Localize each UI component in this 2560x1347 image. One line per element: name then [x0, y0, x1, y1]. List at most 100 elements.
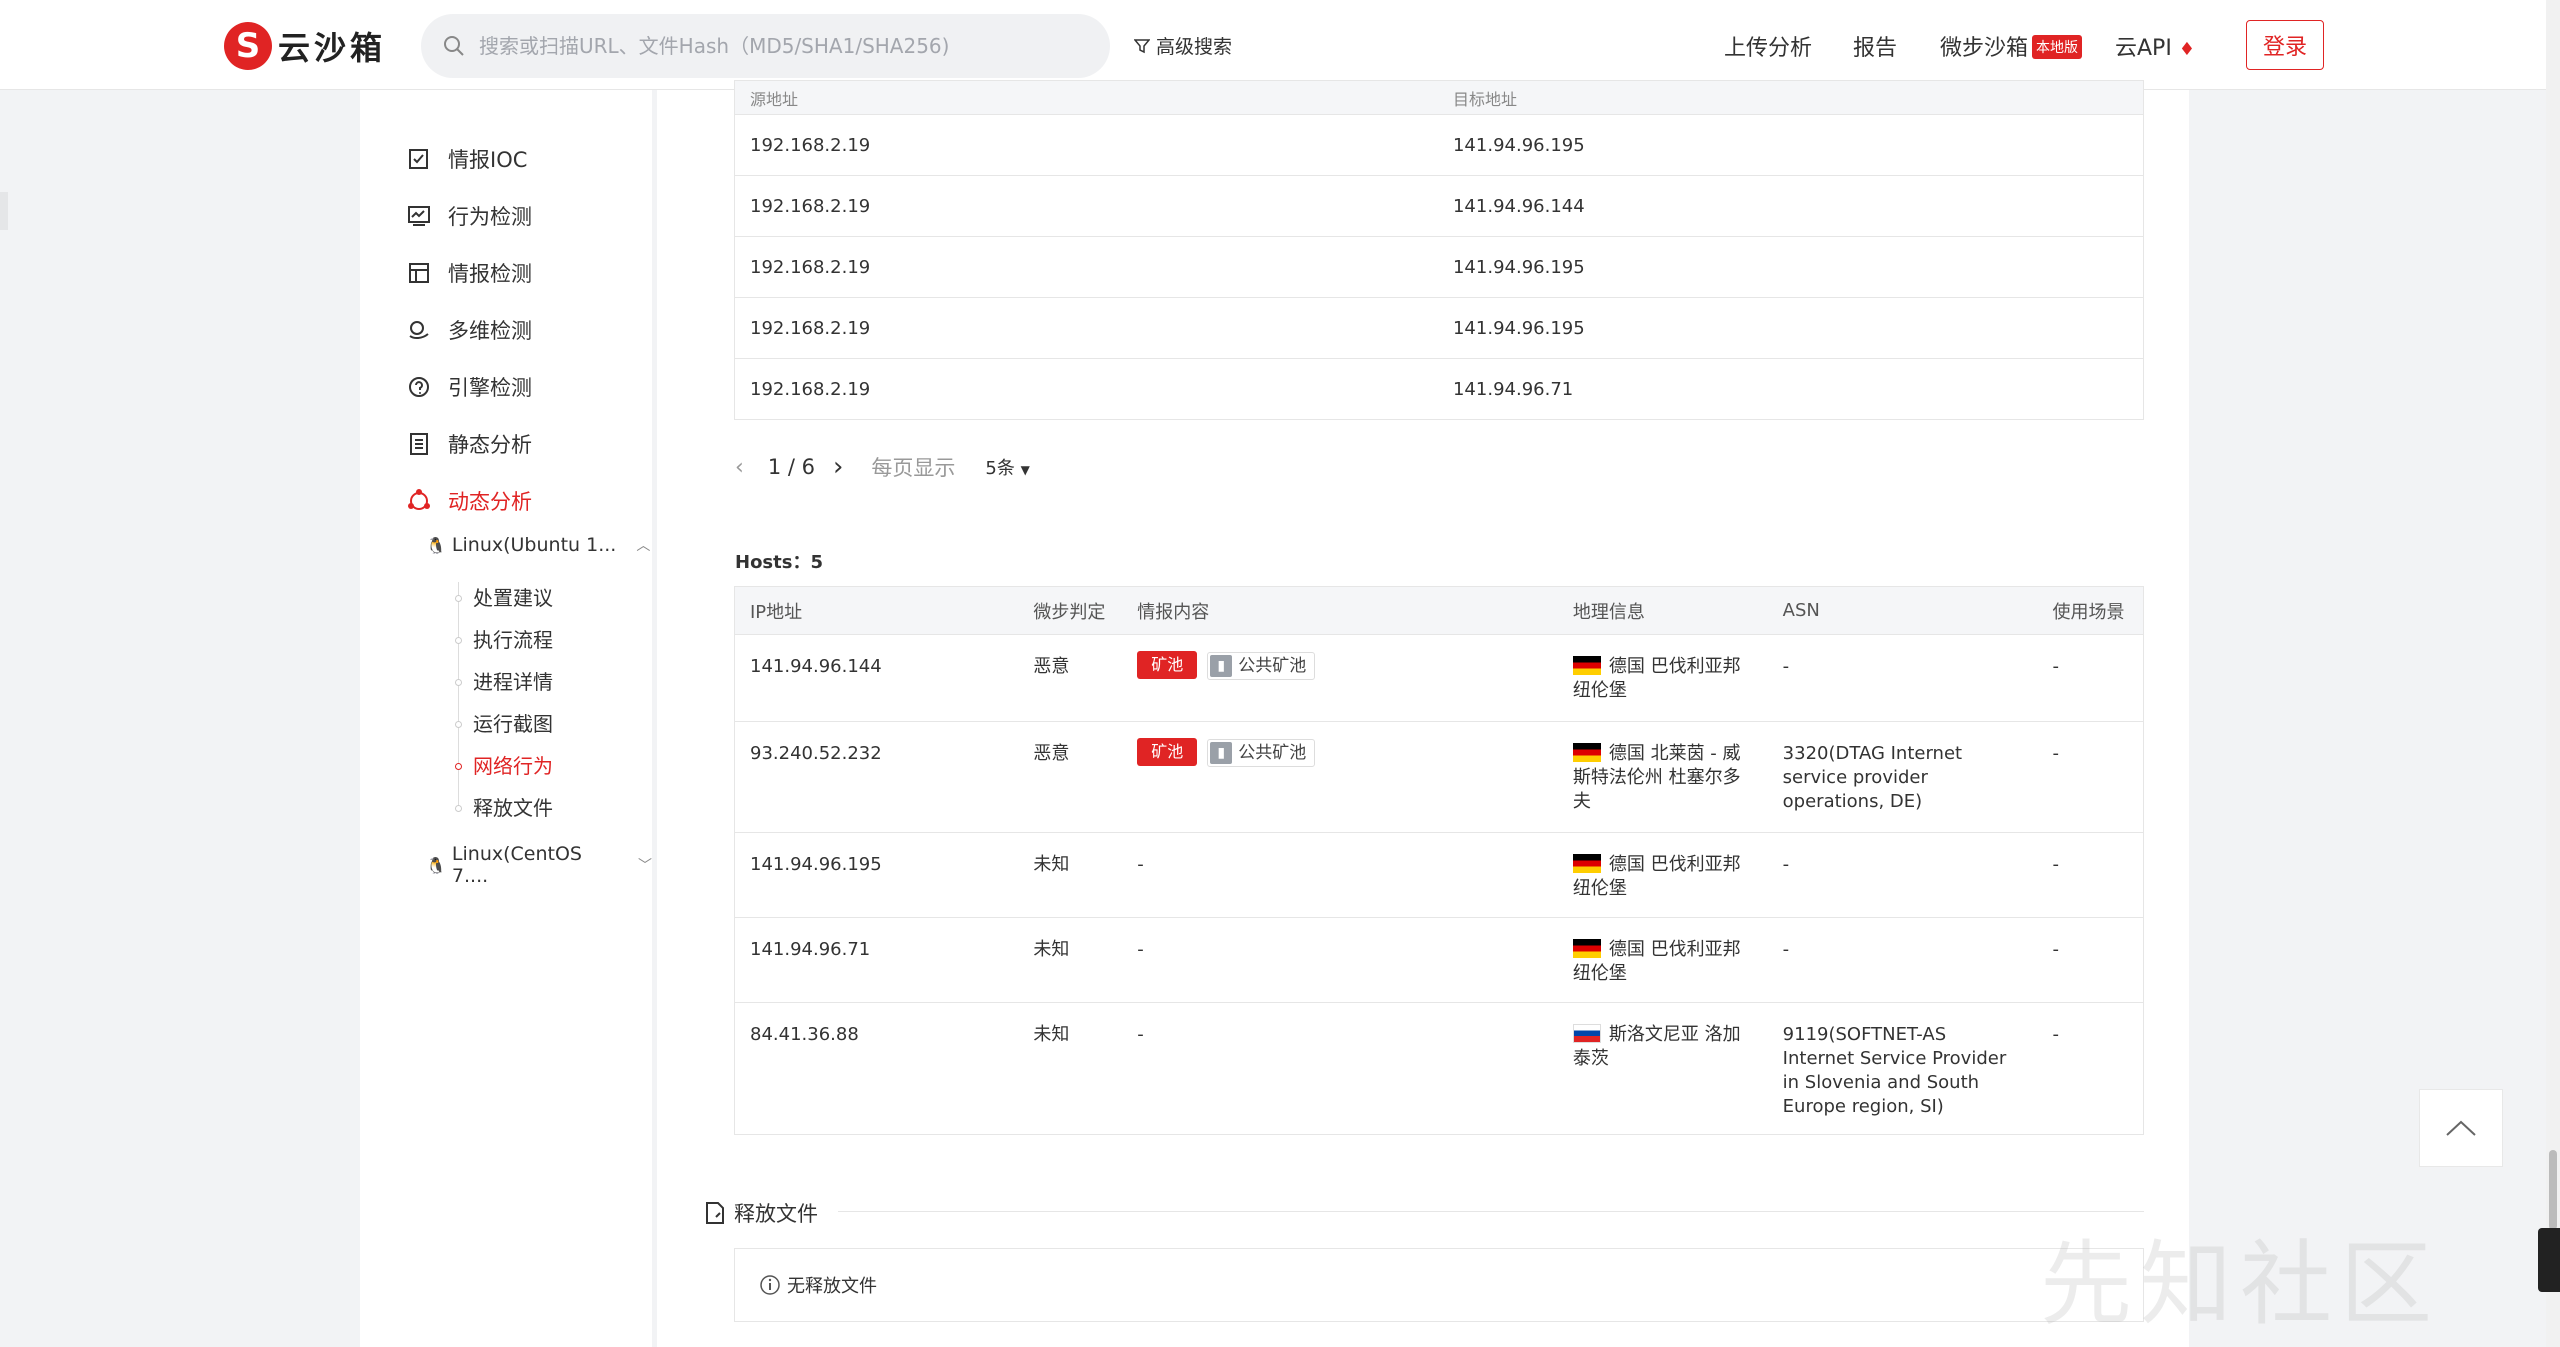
- sidebar-item-ioc[interactable]: 情报IOC: [406, 144, 527, 174]
- hosts-title: Hosts：5: [735, 552, 823, 573]
- login-button[interactable]: 登录: [2246, 20, 2324, 70]
- column-header: 微步判定: [1018, 586, 1123, 635]
- ip-cell[interactable]: 141.94.96.195: [734, 832, 1019, 918]
- search-icon: [444, 36, 464, 56]
- intel-cell: -: [1122, 832, 1558, 918]
- table-cell: 192.168.2.19: [734, 114, 1438, 176]
- verdict-cell: 未知: [1018, 1002, 1123, 1135]
- no-release-text: 无释放文件: [787, 1276, 877, 1297]
- table-row: 192.168.2.19 141.94.96.195: [734, 236, 2144, 298]
- ip-cell[interactable]: 141.94.96.144: [734, 634, 1019, 722]
- verdict-cell: 未知: [1018, 832, 1123, 918]
- sub-item-release[interactable]: 释放文件: [473, 792, 553, 821]
- sidebar-item-label: 动态分析: [448, 490, 532, 514]
- verdict-cell: 未知: [1018, 917, 1123, 1003]
- advanced-search-label: 高级搜索: [1156, 36, 1233, 58]
- sidebar-item-label: 情报检测: [448, 262, 532, 286]
- sidebar-item-intel[interactable]: 情报检测: [406, 258, 532, 288]
- intel-tag-public: ▮ 公共矿池: [1207, 739, 1316, 767]
- nav-report[interactable]: 报告: [1853, 30, 1897, 62]
- os-ubuntu-label: Linux(Ubuntu 1...: [451, 534, 617, 556]
- column-header: 地理信息: [1557, 586, 1768, 635]
- ip-cell[interactable]: 84.41.36.88: [734, 1002, 1019, 1135]
- dynamic-icon: [406, 488, 432, 514]
- sub-item-advice[interactable]: 处置建议: [473, 582, 553, 611]
- no-release-files: 无释放文件: [734, 1248, 2144, 1322]
- sidebar-item-label: 情报IOC: [448, 148, 528, 172]
- sidebar: 情报IOC 行为检测 情报检测 多维检测 引擎检测 静态分析 动态分析 🐧 Li…: [360, 90, 652, 1347]
- os-centos-label: Linux(CentOS 7....: [451, 843, 582, 887]
- ip-cell[interactable]: 141.94.96.71: [734, 917, 1019, 1003]
- table-row: 141.94.96.144 恶意 矿池 ▮ 公共矿池 德国 巴伐利亚邦纽伦堡 - -: [734, 634, 2144, 722]
- scrollbar-thumb[interactable]: [2549, 1150, 2557, 1230]
- sub-tree-line: [458, 582, 459, 807]
- file-icon: [706, 1202, 724, 1224]
- chevron-down-icon: ﹀: [638, 858, 652, 874]
- scene-cell: -: [2037, 917, 2144, 1003]
- column-header: 源地址: [734, 80, 1438, 115]
- nav-sandbox[interactable]: 微步沙箱 本地版: [1940, 30, 2083, 62]
- per-page-value: 5条: [985, 458, 1015, 479]
- nav-sandbox-label: 微步沙箱: [1940, 36, 2029, 61]
- germany-flag-icon: [1572, 656, 1601, 675]
- search-input[interactable]: [479, 34, 1039, 58]
- info-icon: [760, 1275, 780, 1295]
- ip-cell[interactable]: 93.240.52.232: [734, 721, 1019, 833]
- verdict-cell: 恶意: [1018, 634, 1123, 722]
- asn-cell: -: [1767, 832, 2038, 918]
- nav-api-label: 云API: [2115, 36, 2172, 61]
- sub-item-screenshot[interactable]: 运行截图: [473, 708, 553, 737]
- sidebar-item-static[interactable]: 静态分析: [406, 429, 532, 459]
- sub-item-network[interactable]: 网络行为: [473, 750, 553, 779]
- germany-flag-icon: [1572, 743, 1601, 762]
- nav-api[interactable]: 云API ♦: [2115, 30, 2195, 62]
- ioc-icon: [406, 146, 432, 172]
- floating-side-tab[interactable]: [2538, 1228, 2560, 1292]
- sidebar-item-multi[interactable]: 多维检测: [406, 315, 532, 345]
- column-header: 使用场景: [2037, 586, 2144, 635]
- hot-icon: ♦: [2178, 39, 2195, 60]
- static-icon: [406, 431, 432, 457]
- caret-down-icon: ▼: [1020, 463, 1030, 477]
- advanced-search-button[interactable]: 高级搜索: [1134, 32, 1232, 59]
- logo-mark: S: [224, 22, 272, 70]
- table-row: 192.168.2.19 141.94.96.71: [734, 358, 2144, 420]
- sub-item-process[interactable]: 进程详情: [473, 666, 553, 695]
- table-cell: 192.168.2.19: [734, 297, 1438, 359]
- per-page-select[interactable]: 5条 ▼: [985, 454, 1029, 480]
- nav-upload[interactable]: 上传分析: [1724, 30, 1812, 62]
- sub-item-flow[interactable]: 执行流程: [473, 624, 553, 653]
- next-page-icon[interactable]: ›: [833, 452, 843, 482]
- scene-cell: -: [2037, 832, 2144, 918]
- slovenia-flag-icon: [1572, 1024, 1601, 1043]
- back-to-top-button[interactable]: [2419, 1089, 2503, 1167]
- sub-dot: [455, 805, 462, 812]
- sidebar-item-behavior[interactable]: 行为检测: [406, 201, 532, 231]
- table-cell: 141.94.96.71: [1437, 358, 2144, 420]
- logo[interactable]: S 云沙箱: [224, 22, 386, 70]
- table-row: 93.240.52.232 恶意 矿池 ▮ 公共矿池 德国 北莱茵 - 威斯特法伦州…: [734, 721, 2144, 833]
- intel-tag: 矿池: [1137, 738, 1198, 766]
- release-title: 释放文件: [734, 1202, 818, 1226]
- table-row: 141.94.96.71 未知 - 德国 巴伐利亚邦纽伦堡 - -: [734, 917, 2144, 1003]
- scrollbar[interactable]: [2546, 0, 2560, 1347]
- asn-cell: -: [1767, 917, 2038, 1003]
- page-indicator: 1 / 6: [767, 455, 815, 479]
- logo-text: 云沙箱: [278, 29, 387, 67]
- os-ubuntu-toggle[interactable]: 🐧 Linux(Ubuntu 1... ︿: [426, 534, 650, 556]
- os-centos-toggle[interactable]: 🐧 Linux(CentOS 7.... ﹀: [426, 843, 652, 887]
- pagination: ‹ 1 / 6 › 每页显示 5条 ▼: [735, 452, 1030, 482]
- prev-page-icon[interactable]: ‹: [735, 455, 744, 480]
- sidebar-item-dynamic[interactable]: 动态分析: [406, 486, 532, 516]
- table-cell: 141.94.96.195: [1437, 236, 2144, 298]
- geo-cell: 德国 巴伐利亚邦纽伦堡: [1557, 917, 1768, 1003]
- search-box[interactable]: [421, 14, 1110, 78]
- geo-cell: 德国 巴伐利亚邦纽伦堡: [1557, 832, 1768, 918]
- verdict-cell: 恶意: [1018, 721, 1123, 833]
- left-edge-tab[interactable]: [0, 192, 8, 230]
- intel-cell: 矿池 ▮ 公共矿池: [1122, 634, 1558, 722]
- table-row: 192.168.2.19 141.94.96.195: [734, 297, 2144, 359]
- sidebar-item-engine[interactable]: 引擎检测: [406, 372, 532, 402]
- scene-cell: -: [2037, 721, 2144, 833]
- table-cell: 141.94.96.144: [1437, 175, 2144, 237]
